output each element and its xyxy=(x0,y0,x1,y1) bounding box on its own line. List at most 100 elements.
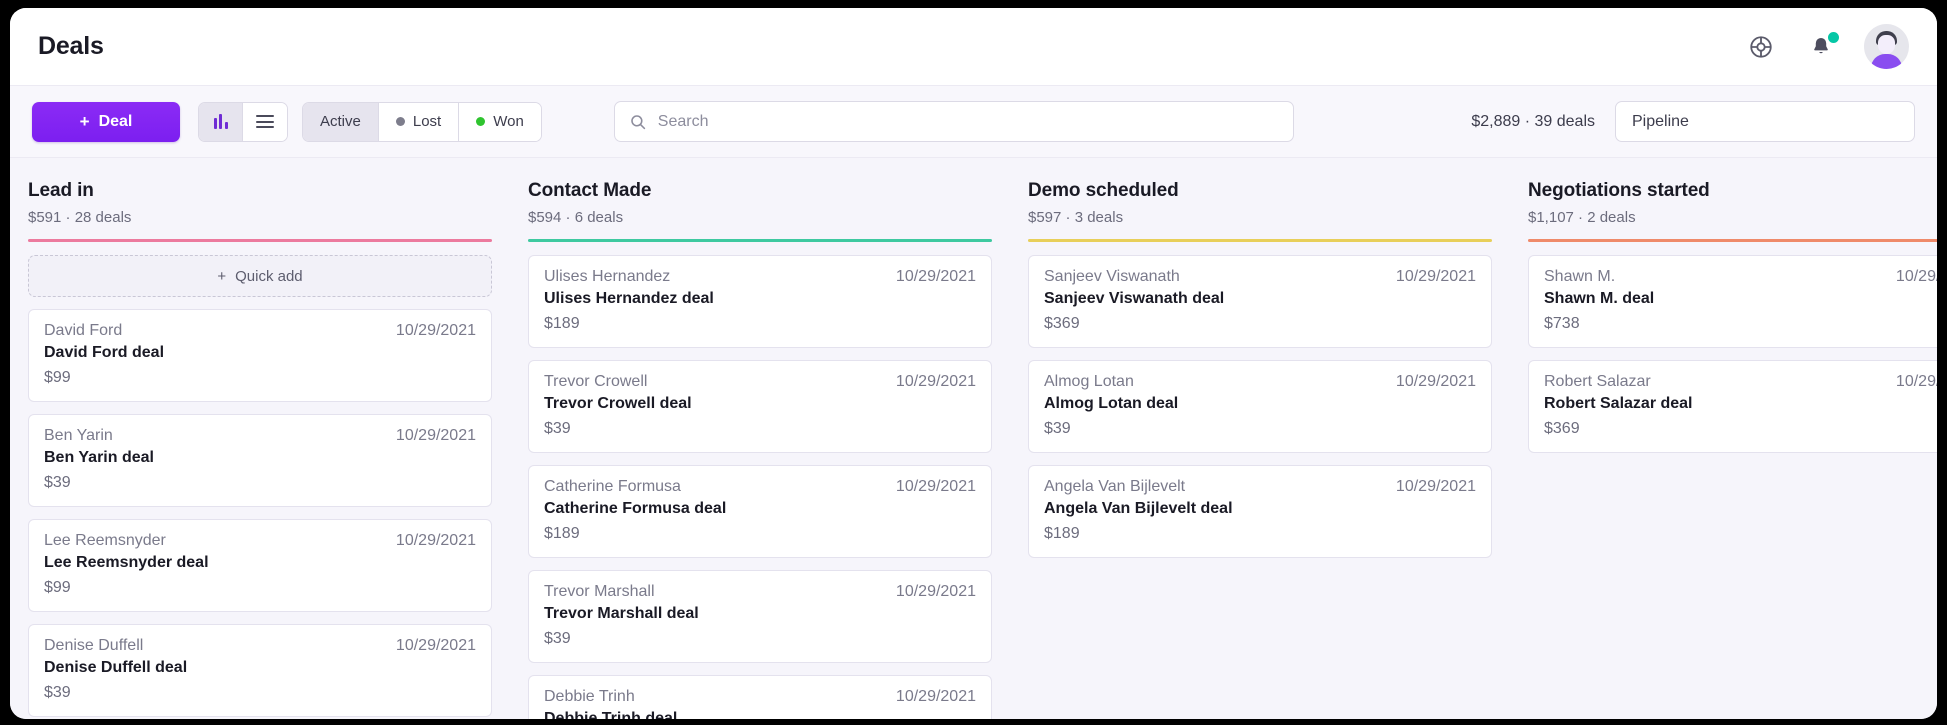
avatar-face xyxy=(1878,35,1895,54)
column-header: Negotiations started $1,107 · 2 deals xyxy=(1528,158,1937,242)
deal-card[interactable]: Trevor Marshall 10/29/2021 Trevor Marshall… xyxy=(528,570,992,663)
deal-amount: $189 xyxy=(544,525,580,542)
app-header: Deals xyxy=(10,8,1937,86)
list-icon xyxy=(256,115,274,128)
avatar-body xyxy=(1871,54,1902,69)
app-window: Deals + Deal Active Lost Won Search $2,8… xyxy=(10,8,1937,719)
deal-contact-name: Debbie Trinh xyxy=(544,688,635,705)
deal-contact-name: Denise Duffell xyxy=(44,637,144,654)
avatar[interactable] xyxy=(1864,24,1909,69)
deal-title: David Ford deal xyxy=(44,344,165,361)
deal-contact-name: Robert Salazar xyxy=(1544,373,1651,390)
deal-amount: $39 xyxy=(44,474,71,491)
deal-card[interactable]: Shawn M. 10/29/2021 Shawn M. deal $738 xyxy=(1528,255,1937,348)
column-summary: $594 · 6 deals xyxy=(528,209,624,226)
deal-date: 10/29/2021 xyxy=(1895,373,1937,390)
kanban-icon xyxy=(213,114,228,129)
deal-contact-name: Sanjeev Viswanath xyxy=(1044,268,1180,285)
lost-status-dot xyxy=(395,117,405,126)
column-cards: Shawn M. 10/29/2021 Shawn M. deal $738 Rober… xyxy=(1528,242,1937,719)
column-title: Contact Made xyxy=(528,180,652,201)
deal-contact-name: Almog Lotan xyxy=(1044,373,1134,390)
deal-card[interactable]: Lee Reemsnyder 10/29/2021 Lee Reemsnyder d… xyxy=(28,519,492,612)
deal-contact-name: Trevor Crowell xyxy=(544,373,648,390)
deal-card-top: Lee Reemsnyder 10/29/2021 xyxy=(44,532,476,550)
deal-amount: $369 xyxy=(1044,315,1080,332)
deal-date: 10/29/2021 xyxy=(395,637,476,654)
deal-contact-name: Lee Reemsnyder xyxy=(44,532,166,549)
filter-lost[interactable]: Lost xyxy=(378,102,460,141)
deal-title: Trevor Marshall deal xyxy=(544,605,699,622)
column-cards: Ulises Hernandez 10/29/2021 Ulises Hernand… xyxy=(528,242,992,719)
deal-title: Ulises Hernandez deal xyxy=(544,290,714,307)
quick-add-button[interactable]: + Quick add xyxy=(28,255,492,297)
deal-date: 10/29/2021 xyxy=(895,373,976,390)
deal-card-top: Ulises Hernandez 10/29/2021 xyxy=(544,268,976,286)
deal-card[interactable]: Debbie Trinh10/29/2021Debbie Trinh deal$… xyxy=(528,675,992,719)
column-summary: $1,107 · 2 deals xyxy=(1528,209,1636,226)
list-view-button[interactable] xyxy=(243,102,287,141)
deal-card[interactable]: David Ford 10/29/2021 David Ford deal $99 xyxy=(28,309,492,402)
deal-card-top: Denise Duffell 10/29/2021 xyxy=(44,637,476,655)
deal-card[interactable]: Sanjeev Viswanath 10/29/2021 Sanjeev Viswa… xyxy=(1028,255,1492,348)
deal-amount: $189 xyxy=(1044,525,1080,542)
quick-add-label: Quick add xyxy=(235,267,303,285)
deal-contact-name: Shawn M. xyxy=(1544,268,1616,285)
deal-card[interactable]: Ben Yarin 10/29/2021 Ben Yarin deal $39 xyxy=(28,414,492,507)
won-status-dot xyxy=(476,117,486,126)
deal-card-top: Robert Salazar 10/29/2021 xyxy=(1544,373,1937,391)
filter-active-label: Active xyxy=(320,113,361,130)
column-summary: $597 · 3 deals xyxy=(1028,209,1124,226)
add-deal-label: Deal xyxy=(98,112,133,130)
deal-card[interactable]: Angela Van Bijlevelt 10/29/2021 Angela Van… xyxy=(1028,465,1492,558)
deal-card-top: David Ford 10/29/2021 xyxy=(44,322,476,340)
board-column: Lead in $591 · 28 deals + Quick add David Fo… xyxy=(10,158,510,719)
search-icon xyxy=(631,114,645,129)
deal-date: 10/29/2021 xyxy=(395,427,476,444)
deal-card-top: Sanjeev Viswanath 10/29/2021 xyxy=(1044,268,1476,286)
search-input[interactable] xyxy=(657,112,1279,131)
column-title: Lead in xyxy=(28,180,94,201)
deal-date: 10/29/2021 xyxy=(895,688,976,705)
notification-badge xyxy=(1826,29,1841,45)
column-header: Lead in $591 · 28 deals xyxy=(28,158,492,242)
deal-date: 10/29/2021 xyxy=(895,478,976,495)
deal-card[interactable]: Almog Lotan 10/29/2021 Almog Lotan deal $39 xyxy=(1028,360,1492,453)
search-box[interactable] xyxy=(613,101,1294,142)
deal-contact-name: Ben Yarin xyxy=(44,427,113,444)
deal-card[interactable]: Robert Salazar 10/29/2021 Robert Salazar d… xyxy=(1528,360,1937,453)
deal-title: Angela Van Bijlevelt deal xyxy=(1044,500,1233,517)
add-deal-button[interactable]: + Deal xyxy=(32,101,180,142)
deal-date: 10/29/2021 xyxy=(1395,268,1476,285)
deal-card-top: Angela Van Bijlevelt 10/29/2021 xyxy=(1044,478,1476,496)
deal-title: Catherine Formusa deal xyxy=(544,500,727,517)
deal-card-top: Almog Lotan 10/29/2021 xyxy=(1044,373,1476,391)
filter-active[interactable]: Active xyxy=(303,102,379,141)
column-title: Negotiations started xyxy=(1528,180,1710,201)
deal-title: Shawn M. deal xyxy=(1544,290,1655,307)
deal-card[interactable]: Trevor Crowell 10/29/2021 Trevor Crowell d… xyxy=(528,360,992,453)
board-column: Demo scheduled $597 · 3 deals Sanjeev Visw… xyxy=(1010,158,1510,719)
deal-amount: $39 xyxy=(44,684,71,701)
deals-board: Lead in $591 · 28 deals + Quick add David Fo… xyxy=(10,158,1937,719)
board-view-button[interactable] xyxy=(199,102,243,141)
deal-date: 10/29/2021 xyxy=(1395,478,1476,495)
help-button[interactable] xyxy=(1744,30,1778,64)
deal-amount: $39 xyxy=(544,630,571,647)
filter-won[interactable]: Won xyxy=(459,102,541,141)
deal-date: 10/29/2021 xyxy=(395,532,476,549)
column-header: Demo scheduled $597 · 3 deals xyxy=(1028,158,1492,242)
deal-contact-name: Catherine Formusa xyxy=(544,478,681,495)
deal-amount: $39 xyxy=(544,420,571,437)
deal-card[interactable]: Catherine Formusa 10/29/2021 Catherine For… xyxy=(528,465,992,558)
deal-amount: $738 xyxy=(1544,315,1580,332)
plus-icon: + xyxy=(217,267,227,285)
filter-won-label: Won xyxy=(493,113,524,130)
pipeline-selector[interactable]: Pipeline xyxy=(1615,101,1915,142)
notifications-button[interactable] xyxy=(1804,29,1841,64)
deal-card-top: Trevor Crowell 10/29/2021 xyxy=(544,373,976,391)
deal-card[interactable]: Ulises Hernandez 10/29/2021 Ulises Hernand… xyxy=(528,255,992,348)
header-actions xyxy=(1744,24,1909,69)
deal-card[interactable]: Denise Duffell 10/29/2021 Denise Duffell d… xyxy=(28,624,492,717)
deal-title: Trevor Crowell deal xyxy=(544,395,692,412)
